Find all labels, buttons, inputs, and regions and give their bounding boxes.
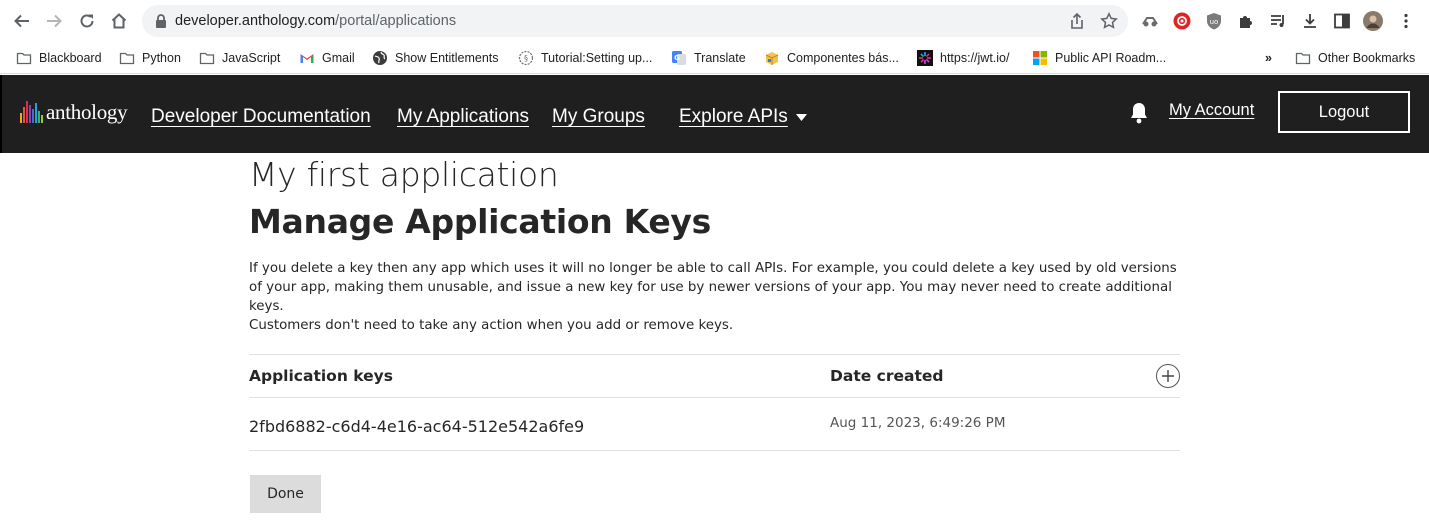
url-text: developer.anthology.com/portal/applicati… — [175, 13, 456, 29]
logo-bar — [29, 105, 31, 123]
column-header-date-created: Date created — [830, 367, 944, 385]
bookmark-label: Translate — [694, 51, 746, 65]
done-button[interactable]: Done — [250, 475, 321, 513]
notification-bell-icon[interactable] — [1129, 101, 1149, 125]
extension-record-icon[interactable] — [1172, 11, 1192, 31]
folder-icon — [1295, 50, 1311, 66]
logo-text: anthology — [46, 99, 128, 124]
tutorial-icon: § — [518, 50, 534, 66]
logo-bar — [20, 113, 22, 123]
logo-bar — [23, 107, 25, 123]
address-bar[interactable]: developer.anthology.com/portal/applicati… — [142, 5, 1128, 37]
nav-explore-apis[interactable]: Explore APIs — [679, 106, 788, 128]
share-icon[interactable] — [1068, 12, 1086, 30]
overflow-label: » — [1265, 51, 1272, 65]
bookmark-item[interactable]: Python — [119, 48, 181, 68]
package-icon — [764, 50, 780, 66]
back-icon[interactable] — [10, 9, 34, 33]
globe-icon — [372, 50, 388, 66]
application-name: My first application — [249, 155, 559, 194]
svg-text:uo: uo — [1210, 18, 1219, 26]
logo-bar — [26, 101, 28, 123]
forward-icon[interactable] — [42, 9, 66, 33]
bookmark-item[interactable]: Show Entitlements — [372, 48, 499, 68]
table-divider — [249, 397, 1180, 398]
svg-text:§: § — [524, 54, 528, 63]
bookmark-label: Blackboard — [39, 51, 102, 65]
jwt-icon — [917, 50, 933, 66]
plus-icon — [1162, 370, 1174, 382]
bookmark-label: Python — [142, 51, 181, 65]
logo-bar — [41, 115, 43, 123]
date-created-value: Aug 11, 2023, 6:49:26 PM — [830, 415, 1006, 431]
bookmark-label: Gmail — [322, 51, 355, 65]
bookmarks-bar: Blackboard Python JavaScript Gmail Show … — [0, 42, 1429, 74]
translate-icon: G — [671, 50, 687, 66]
nav-my-applications[interactable]: My Applications — [397, 106, 529, 128]
bookmark-item[interactable]: Gmail — [299, 48, 355, 68]
add-key-button[interactable] — [1156, 364, 1180, 388]
table-divider — [249, 450, 1180, 451]
bookmark-item[interactable]: Public API Roadm... — [1032, 48, 1166, 68]
nav-developer-documentation[interactable]: Developer Documentation — [151, 106, 371, 128]
microsoft-icon — [1032, 50, 1048, 66]
anthology-logo[interactable]: anthology — [20, 97, 128, 127]
bookmark-item[interactable]: https://jwt.io/ — [917, 48, 1009, 68]
media-queue-icon[interactable] — [1268, 11, 1288, 31]
logo-bar — [35, 103, 37, 123]
keys-description: If you delete a key then any app which u… — [249, 261, 1177, 314]
bookmark-star-icon[interactable] — [1100, 12, 1118, 30]
logo-bar — [38, 111, 40, 123]
logo-bars-icon — [20, 101, 43, 123]
bookmark-item[interactable]: JavaScript — [199, 48, 280, 68]
reload-icon[interactable] — [75, 9, 99, 33]
column-header-application-keys: Application keys — [249, 367, 393, 385]
profile-avatar[interactable] — [1363, 11, 1383, 31]
bookmark-label: Show Entitlements — [395, 51, 499, 65]
url-host: developer.anthology.com — [175, 13, 336, 29]
customers-note: Customers don't need to take any action … — [249, 318, 734, 333]
bookmark-label: JavaScript — [222, 51, 281, 65]
url-path: /portal/applications — [335, 13, 457, 29]
folder-icon — [119, 50, 135, 66]
download-icon[interactable] — [1300, 11, 1320, 31]
logo-bar — [32, 109, 34, 123]
bookmark-item[interactable]: Componentes bás... — [764, 48, 899, 68]
folder-icon — [16, 50, 32, 66]
table-divider — [249, 354, 1180, 355]
other-bookmarks-label: Other Bookmarks — [1318, 51, 1416, 65]
gmail-icon — [299, 50, 315, 66]
page-title: Manage Application Keys — [249, 202, 711, 241]
folder-icon — [199, 50, 215, 66]
bookmark-label: Tutorial:Setting up... — [541, 51, 653, 65]
chevron-down-icon[interactable] — [796, 114, 807, 121]
extensions-puzzle-icon[interactable] — [1236, 11, 1256, 31]
bookmarks-overflow-button[interactable]: » — [1265, 48, 1272, 68]
bookmark-item[interactable]: § Tutorial:Setting up... — [518, 48, 652, 68]
application-key-value: 2fbd6882-c6d4-4e16-ac64-512e542a6fe9 — [249, 417, 585, 436]
home-icon[interactable] — [107, 9, 131, 33]
extension-glasses-icon[interactable] — [1140, 11, 1160, 31]
bookmark-label: Componentes bás... — [787, 51, 899, 65]
side-panel-icon[interactable] — [1332, 11, 1352, 31]
lock-icon[interactable] — [154, 13, 168, 29]
other-bookmarks-folder[interactable]: Other Bookmarks — [1295, 48, 1415, 68]
bookmark-item[interactable]: G Translate — [671, 48, 746, 68]
nav-my-groups[interactable]: My Groups — [552, 106, 645, 128]
bookmark-label: https://jwt.io/ — [940, 51, 1010, 65]
bookmark-label: Public API Roadm... — [1055, 51, 1167, 65]
browser-toolbar: developer.anthology.com/portal/applicati… — [0, 0, 1429, 42]
svg-text:G: G — [674, 54, 680, 62]
logout-button[interactable]: Logout — [1278, 91, 1410, 133]
extension-ublock-icon[interactable]: uo — [1204, 11, 1224, 31]
my-account-link[interactable]: My Account — [1169, 101, 1254, 120]
bookmark-item[interactable]: Blackboard — [16, 48, 102, 68]
browser-menu-icon[interactable] — [1396, 11, 1416, 31]
